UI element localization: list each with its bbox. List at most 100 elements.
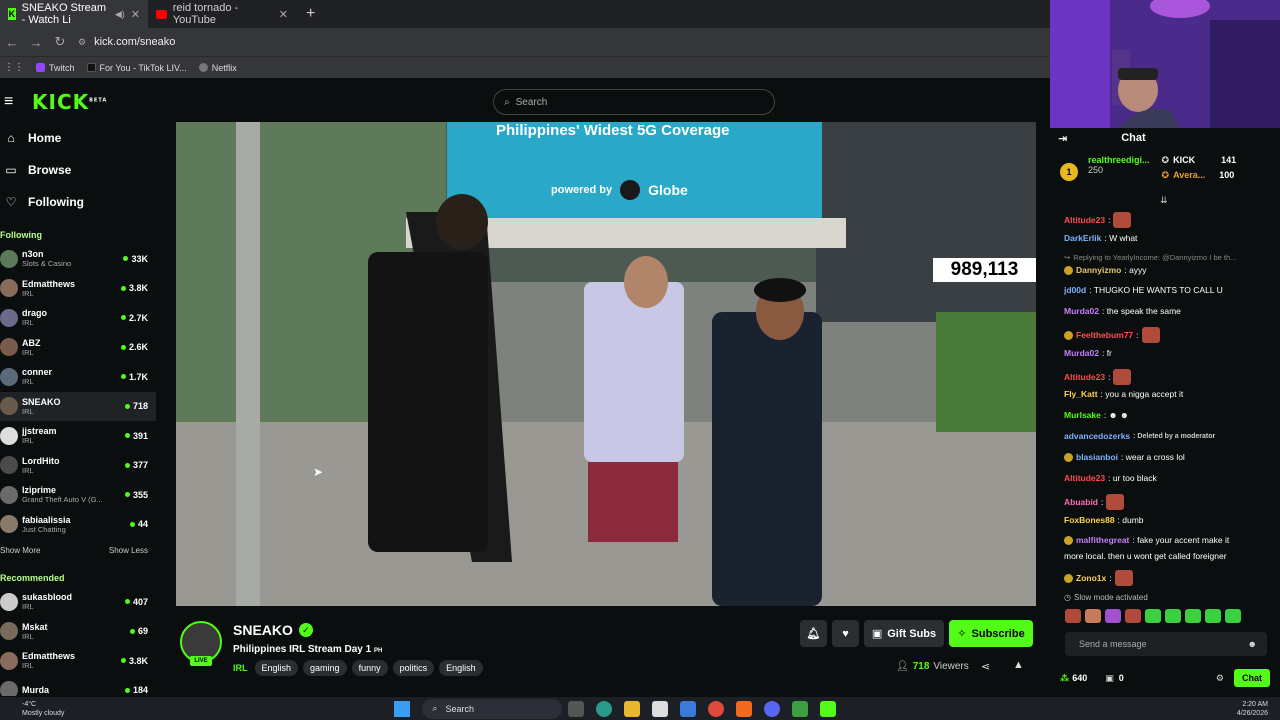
weather-widget[interactable]: -4°C Mostly cloudy <box>22 700 64 718</box>
close-tab-icon[interactable]: ✕ <box>131 8 140 21</box>
channel-item[interactable]: lziprime Grand Theft Auto V (G... 355 <box>0 480 156 510</box>
emoji-icon[interactable]: ☻ <box>1248 639 1257 649</box>
show-more-button[interactable]: Show More <box>0 546 40 555</box>
mail-icon[interactable] <box>680 700 697 717</box>
emote-icon[interactable] <box>1105 609 1121 623</box>
channel-item[interactable]: conner IRL 1.7K <box>0 362 156 392</box>
kick-app-icon[interactable] <box>820 700 837 717</box>
chat-username[interactable]: Zono1x <box>1076 573 1106 583</box>
emote-icon[interactable] <box>1085 609 1101 623</box>
gift-count[interactable]: 0 <box>1119 673 1124 683</box>
category-link[interactable]: IRL <box>233 663 248 673</box>
bookmark-tiktok[interactable]: For You - TikTok LIV... <box>86 63 187 73</box>
streamer-name[interactable]: SNEAKO <box>233 622 293 638</box>
gift-subs-button[interactable]: ▣ Gift Subs <box>864 620 944 647</box>
new-tab-button[interactable]: + <box>296 0 325 28</box>
channel-item[interactable]: ABZ IRL 2.6K <box>0 333 156 363</box>
chat-username[interactable]: malfithegreat <box>1076 535 1129 545</box>
windows-start-icon[interactable] <box>394 700 411 717</box>
subscribe-button[interactable]: ✧ Subscribe <box>949 620 1033 647</box>
chat-username[interactable]: Dannyizmo <box>1076 265 1121 275</box>
task-view-icon[interactable] <box>568 700 585 717</box>
channel-item[interactable]: Mskat IRL 69 <box>0 617 156 647</box>
follow-button[interactable]: ♥ <box>832 620 859 647</box>
chrome-icon[interactable] <box>708 700 725 717</box>
chat-username[interactable]: advancedozerks <box>1064 431 1130 441</box>
chat-username[interactable]: DarkErlik <box>1064 233 1101 243</box>
collapse-chat-icon[interactable]: ⇥ <box>1058 132 1067 145</box>
tag-gaming[interactable]: gaming <box>303 660 347 676</box>
channel-item[interactable]: jjstream IRL 391 <box>0 421 156 451</box>
video-player[interactable]: Philippines' Widest 5G Coverage powered … <box>176 122 1036 606</box>
tag-funny[interactable]: funny <box>351 660 388 676</box>
leader-user[interactable]: realthreedigi... 250 <box>1088 155 1150 193</box>
chat-username[interactable]: Fly_Katt <box>1064 389 1098 399</box>
bookmark-netflix[interactable]: Netflix <box>198 63 237 73</box>
chat-input[interactable]: Send a message ☻ <box>1065 632 1267 656</box>
bookmark-twitch[interactable]: Twitch <box>36 63 75 73</box>
channel-item[interactable]: LordHito IRL 377 <box>0 451 156 481</box>
channel-item[interactable]: fabiaalissia Just Chatting 44 <box>0 510 156 540</box>
chat-username[interactable]: Feelthebum77 <box>1076 330 1133 340</box>
expand-leaderboard-icon[interactable]: ⇊ <box>1160 195 1168 206</box>
channel-item[interactable]: SNEAKO IRL 718 <box>0 391 156 421</box>
menu-icon[interactable]: ≡ <box>4 93 24 111</box>
reload-icon[interactable]: ↻ <box>48 34 72 50</box>
browser-tab-kick[interactable]: K SNEAKO Stream - Watch Li ◀) ✕ <box>0 0 148 28</box>
tag-english[interactable]: English <box>254 660 299 676</box>
share-icon[interactable]: ⋖ <box>981 660 990 673</box>
chat-username[interactable]: Altitude23 <box>1064 372 1105 382</box>
chat-username[interactable]: Altitude23 <box>1064 473 1105 483</box>
xbox-icon[interactable] <box>792 700 809 717</box>
nav-home[interactable]: ⌂ Home <box>0 122 156 154</box>
emote-icon[interactable] <box>1065 609 1081 623</box>
calendar-icon[interactable] <box>652 700 669 717</box>
kick-logo[interactable]: KICKBETA <box>32 90 107 114</box>
forward-icon[interactable]: → <box>24 35 48 50</box>
chat-username[interactable]: FoxBones88 <box>1064 515 1115 525</box>
emote-icon[interactable] <box>1205 609 1221 623</box>
chat-username[interactable]: Murda02 <box>1064 348 1099 358</box>
taskbar-search[interactable]: ⌕ Search <box>422 698 563 719</box>
apps-icon[interactable]: ⋮⋮ <box>4 62 24 73</box>
nav-browse[interactable]: ▭ Browse <box>0 154 156 186</box>
emote-icon[interactable] <box>1185 609 1201 623</box>
site-info-icon[interactable]: ⚙ <box>78 37 86 48</box>
discord-icon[interactable] <box>764 700 781 717</box>
emote-icon[interactable] <box>1145 609 1161 623</box>
nav-following[interactable]: ♡ Following <box>0 186 156 218</box>
close-tab-icon[interactable]: ✕ <box>279 8 288 21</box>
chat-username[interactable]: Murlsake <box>1064 410 1101 420</box>
emote-icon[interactable] <box>1225 609 1241 623</box>
channel-viewers: 377 <box>124 460 148 470</box>
file-explorer-icon[interactable] <box>624 700 641 717</box>
notification-button[interactable]: 🔔︎ <box>800 620 827 647</box>
chat-username[interactable]: Altitude23 <box>1064 215 1105 225</box>
tag-english-2[interactable]: English <box>439 660 483 676</box>
settings-icon[interactable]: ⚙ <box>1216 673 1224 684</box>
channel-item[interactable]: drago IRL 2.7K <box>0 303 156 333</box>
channel-item[interactable]: sukasblood IRL 407 <box>0 587 156 617</box>
brave-icon[interactable] <box>736 700 753 717</box>
emote-icon[interactable] <box>1165 609 1181 623</box>
channel-item[interactable]: Edmatthews IRL 3.8K <box>0 646 156 676</box>
chat-username[interactable]: Murda02 <box>1064 306 1099 316</box>
chat-username[interactable]: blasianboi <box>1076 452 1118 462</box>
channel-item[interactable]: Murda 184 <box>0 676 156 696</box>
chat-username[interactable]: Abuabid <box>1064 497 1098 507</box>
chat-username[interactable]: jd00d <box>1064 285 1086 295</box>
points-count[interactable]: 640 <box>1072 673 1087 683</box>
channel-item[interactable]: n3on Slots & Casino 33K <box>0 244 156 274</box>
back-icon[interactable]: ← <box>0 35 24 50</box>
search-input[interactable]: ⌕ Search <box>493 89 775 115</box>
browser-tab-youtube[interactable]: reid tornado - YouTube ✕ <box>148 0 296 28</box>
report-icon[interactable]: ▲ <box>1013 659 1024 671</box>
url-field[interactable]: kick.com/sneako <box>94 36 175 48</box>
channel-item[interactable]: Edmatthews IRL 3.8K <box>0 274 156 304</box>
tag-politics[interactable]: politics <box>392 660 435 676</box>
show-less-button[interactable]: Show Less <box>109 546 148 555</box>
emote-icon[interactable] <box>1125 609 1141 623</box>
edge-icon[interactable] <box>596 700 613 717</box>
chat-send-button[interactable]: Chat <box>1234 669 1270 687</box>
clock[interactable]: 2:20 AM 4/26/2026 <box>1237 700 1268 718</box>
